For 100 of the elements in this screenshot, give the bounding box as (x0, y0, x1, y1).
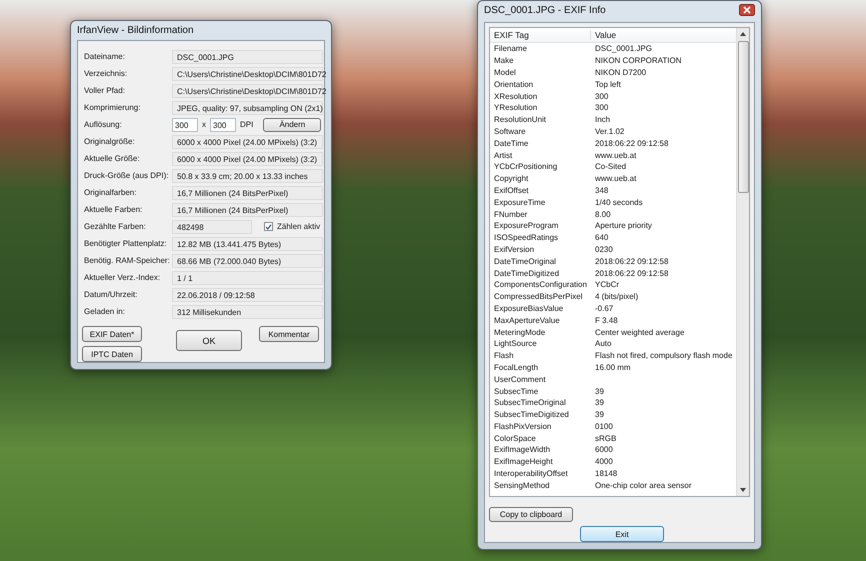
table-cell-text: 1/40 seconds (594, 198, 643, 207)
scrollbar[interactable] (736, 28, 749, 496)
table-cell-text: Make (493, 56, 515, 66)
table-cell-text: 2018:06:22 09:12:58 (594, 268, 668, 278)
table-cell-text: ExposureProgram (493, 221, 560, 230)
field-label: Druck-Größe (aus DPI): (84, 171, 170, 180)
checkbox-label: Zählen aktiv (277, 222, 320, 231)
field-value: JPEG, quality: 97, subsampling ON (2x1) (172, 100, 323, 114)
table-cell-text: ExifOffset (493, 186, 530, 195)
table-cell-text: 39 (594, 410, 604, 420)
table-cell-text: SubsecTimeOriginal (493, 398, 567, 408)
iptc-data-button[interactable]: IPTC Daten (82, 346, 142, 362)
table-cell-text: www.ueb.at (594, 150, 636, 160)
window-title: DSC_0001.JPG - EXIF Info (484, 4, 606, 16)
checkbox[interactable] (264, 222, 273, 231)
table-cell-text: NIKON CORPORATION (594, 56, 682, 66)
table-cell-text: YResolution (493, 103, 538, 112)
table-cell-text: FocalLength (493, 362, 540, 372)
exif-data-button[interactable]: EXIF Daten* (82, 326, 142, 342)
table-cell-text: Copyright (493, 174, 530, 184)
field-value: 16,7 Millionen (24 BitsPerPixel) (172, 186, 323, 200)
field-label: Gezählte Farben: (84, 222, 147, 231)
table-cell-text: ExifImageWidth (493, 445, 552, 454)
input-field[interactable]: 300 (172, 118, 198, 132)
table-cell-text: 300 (594, 92, 608, 101)
table-cell-text: SubsecTime (493, 386, 540, 396)
table-cell-text: sRGB (594, 434, 616, 443)
table-cell-text: One-chip color area sensor (594, 480, 692, 490)
table-cell-text: Filename (493, 44, 528, 54)
table-cell-text: 39 (594, 386, 604, 396)
scroll-down-icon[interactable] (739, 487, 747, 493)
field-value: 6000 x 4000 Pixel (24.00 MPixels) (3:2) (172, 152, 323, 166)
field-value: 16,7 Millionen (24 BitsPerPixel) (172, 202, 323, 216)
ok-button[interactable]: OK (176, 330, 242, 351)
table-cell-text: Model (493, 68, 517, 77)
table-cell-text: ColorSpace (493, 434, 537, 443)
table-cell-text: 6000 (594, 445, 613, 454)
table-cell-text: InteroperabilityOffset (493, 469, 569, 478)
table-cell-text: Co-Sited (594, 162, 626, 172)
table-cell-text: 0100 (594, 422, 613, 431)
column-header[interactable]: EXIF Tag (490, 30, 591, 40)
table-cell-text: DateTimeOriginal (493, 256, 557, 266)
field-value: DSC_0001.JPG (172, 50, 323, 64)
table-cell-text: YCbCrPositioning (493, 162, 558, 172)
table-cell-text: -0.67 (594, 304, 614, 313)
table-cell-text: MaxApertureValue (493, 316, 561, 325)
copy-to-clipboard-button[interactable]: Copy to clipboard (489, 507, 573, 522)
field-label: Datum/Uhrzeit: (84, 290, 138, 299)
field-value: 12.82 MB (13.441.475 Bytes) (172, 236, 323, 250)
table-cell-text: ExposureTime (493, 198, 546, 207)
table-cell-text: ResolutionUnit (493, 115, 548, 124)
column-header[interactable]: Value (591, 30, 616, 40)
close-icon[interactable] (739, 4, 755, 16)
field-value: 6000 x 4000 Pixel (24.00 MPixels) (3:2) (172, 134, 323, 148)
table-cell-text: Auto (594, 339, 612, 348)
table-cell-text: UserComment (493, 374, 547, 384)
table-cell-text: ComponentsConfiguration (493, 280, 588, 290)
field-value: 68.66 MB (72.000.040 Bytes) (172, 254, 323, 268)
table-cell-text: 39 (594, 398, 604, 408)
table-cell-text: ISOSpeedRatings (493, 233, 560, 242)
field-label: Verzeichnis: (84, 69, 128, 78)
table-cell-text: 0230 (594, 244, 613, 254)
table-cell-text: Top left (594, 80, 621, 89)
table-cell-text: Flash (493, 351, 515, 360)
table-cell-text: ExifVersion (493, 244, 536, 254)
table-cell-text: CompressedBitsPerPixel (493, 292, 584, 302)
table-cell-text: Ver.1.02 (594, 126, 624, 136)
comment-button[interactable]: Kommentar (259, 326, 319, 342)
table-cell-text: YCbCr (594, 280, 620, 290)
table-cell-text: 8.00 (594, 210, 611, 219)
input-field[interactable]: 300 (210, 118, 236, 132)
field-label: Geladen in: (84, 307, 126, 316)
field-label: Benötigter Plattenplatz: (84, 239, 168, 248)
field-label: Aktueller Verz.-Index: (84, 273, 162, 282)
field-label: Voller Pfad: (84, 86, 126, 95)
table-cell-text: DSC_0001.JPG (594, 44, 652, 54)
unit-text: DPI (240, 120, 254, 129)
field-label: Originalgröße: (84, 137, 136, 146)
change-button[interactable]: Ändern (263, 118, 322, 132)
table-cell-text: ExposureBiasValue (493, 304, 564, 313)
field-label: Originalfarben: (84, 188, 138, 197)
scroll-up-icon[interactable] (739, 31, 747, 37)
field-label: Komprimierung: (84, 103, 142, 112)
table-cell-text: 18148 (594, 469, 618, 478)
table-cell-text: DateTimeDigitized (493, 268, 560, 278)
table-cell-text: Flash not fired, compulsory flash mode (594, 351, 732, 360)
table-cell-text: NIKON D7200 (594, 68, 646, 77)
field-label: Dateiname: (84, 52, 126, 61)
table-cell-text: Orientation (493, 80, 534, 89)
table-cell-text: SubsecTimeDigitized (493, 410, 570, 420)
field-label: Auflösung: (84, 120, 123, 129)
field-value: 482498 (172, 220, 252, 234)
table-cell-text: Aperture priority (594, 221, 652, 230)
table-cell-text: DateTime (493, 138, 530, 148)
table-cell-text: 2018:06:22 09:12:58 (594, 138, 668, 148)
window-title: IrfanView - Bildinformation (77, 25, 194, 36)
exit-button[interactable]: Exit (580, 526, 664, 542)
table-cell-text: Artist (493, 150, 514, 160)
field-value: 312 Millisekunden (172, 304, 323, 318)
table-cell-text: LightSource (493, 339, 538, 348)
